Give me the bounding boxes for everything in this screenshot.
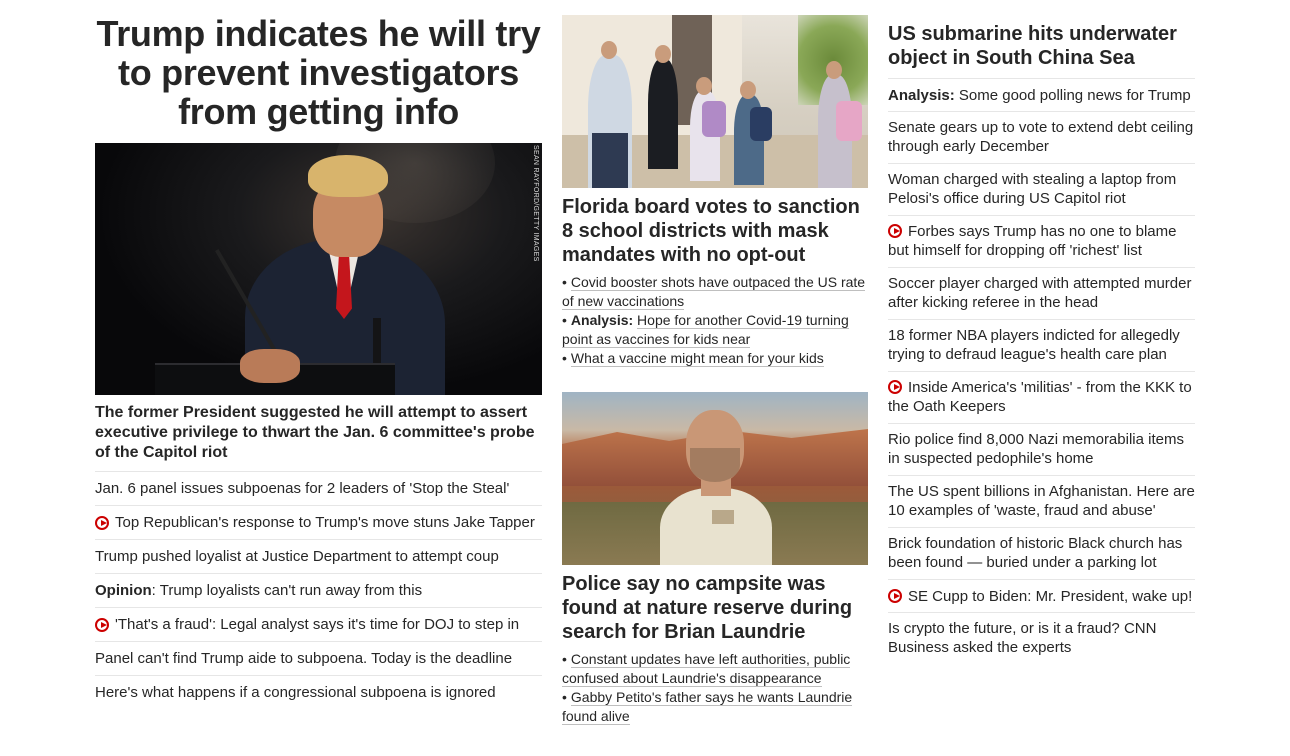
list-item[interactable]: Inside America's 'militias' - from the K…	[888, 371, 1195, 423]
list-item[interactable]: Brick foundation of historic Black churc…	[888, 527, 1195, 579]
video-play-icon	[95, 515, 109, 530]
news-homepage: Trump indicates he will try to prevent i…	[0, 0, 1290, 756]
bullet-prefix: Analysis:	[570, 312, 634, 328]
bullet-dot: •	[562, 651, 567, 667]
link-text[interactable]: 'That's a fraud': Legal analyst says it'…	[115, 615, 519, 634]
link-text[interactable]: 18 former NBA players indicted for alleg…	[888, 327, 1180, 363]
list-item[interactable]: Trump pushed loyalist at Justice Departm…	[95, 539, 542, 573]
link-text[interactable]: Jan. 6 panel issues subpoenas for 2 lead…	[95, 479, 509, 498]
link-text[interactable]: SE Cupp to Biden: Mr. President, wake up…	[908, 587, 1192, 606]
headline-list: Analysis: Some good polling news for Tru…	[888, 78, 1195, 664]
list-item[interactable]: SE Cupp to Biden: Mr. President, wake up…	[888, 579, 1195, 612]
link-text[interactable]: Here's what happens if a congressional s…	[95, 683, 496, 702]
photo-head	[655, 45, 671, 63]
photo-pants	[592, 133, 628, 188]
link-text[interactable]: : Trump loyalists can't run away from th…	[152, 581, 422, 600]
lead-photo[interactable]: SEAN RAYFORD/GETTY IMAGES	[95, 143, 542, 395]
bullet-item[interactable]: • Gabby Petito's father says he wants Lau…	[562, 688, 868, 726]
bullet-dot: •	[562, 312, 567, 328]
link-text[interactable]: The US spent billions in Afghanistan. He…	[888, 483, 1195, 519]
link-text[interactable]: Woman charged with stealing a laptop fro…	[888, 171, 1176, 207]
story2-headline[interactable]: Police say no campsite was found at natu…	[562, 572, 868, 644]
photo-head	[826, 61, 842, 79]
photo-backpack	[750, 107, 772, 141]
video-play-icon	[888, 380, 902, 394]
link-text[interactable]: Rio police find 8,000 Nazi memorabilia i…	[888, 431, 1184, 467]
video-play-icon	[95, 617, 109, 632]
photo-head	[601, 41, 617, 59]
bullet-item[interactable]: • Covid booster shots have outpaced the U…	[562, 273, 868, 311]
bullet-dot: •	[562, 274, 567, 290]
link-text[interactable]: Soccer player charged with attempted mur…	[888, 275, 1191, 311]
link-prefix: Opinion	[95, 582, 152, 599]
story1-headline[interactable]: Florida board votes to sanction 8 school…	[562, 195, 868, 267]
bullet-link[interactable]: Constant updates have left authorities, …	[562, 651, 851, 687]
story1-bullets: • Covid booster shots have outpaced the U…	[562, 273, 868, 368]
photo-shirt	[660, 488, 772, 565]
link-text[interactable]: Forbes says Trump has no one to blame bu…	[888, 223, 1176, 259]
list-item[interactable]: Top Republican's response to Trump's mov…	[95, 505, 542, 539]
lead-headline[interactable]: Trump indicates he will try to prevent i…	[95, 14, 542, 131]
list-item[interactable]: 18 former NBA players indicted for alleg…	[888, 319, 1195, 371]
photo-pocket	[712, 510, 734, 524]
middle-column: Florida board votes to sanction 8 school…	[562, 0, 868, 726]
list-item[interactable]: 'That's a fraud': Legal analyst says it'…	[95, 607, 542, 641]
related-links: Jan. 6 panel issues subpoenas for 2 lead…	[95, 471, 542, 709]
bullet-dot: •	[562, 689, 567, 705]
photo-backpack	[702, 101, 726, 137]
lead-summary[interactable]: The former President suggested he will a…	[95, 403, 542, 463]
list-item[interactable]: Is crypto the future, or is it a fraud? …	[888, 612, 1195, 664]
list-item[interactable]: Here's what happens if a congressional s…	[95, 675, 542, 709]
photo-officer	[648, 59, 678, 169]
bullet-link[interactable]: Covid booster shots have outpaced the US…	[562, 274, 866, 310]
list-item[interactable]: Panel can't find Trump aide to subpoena.…	[95, 641, 542, 675]
list-item[interactable]: Rio police find 8,000 Nazi memorabilia i…	[888, 423, 1195, 475]
list-item[interactable]: Analysis: Some good polling news for Tru…	[888, 78, 1195, 111]
list-item[interactable]: Forbes says Trump has no one to blame bu…	[888, 215, 1195, 267]
video-play-icon	[888, 224, 902, 238]
photo-head	[740, 81, 756, 99]
link-text[interactable]: Top Republican's response to Trump's mov…	[115, 513, 535, 532]
bullet-item[interactable]: • Analysis: Hope for another Covid-19 tur…	[562, 311, 868, 349]
photo-credit: SEAN RAYFORD/GETTY IMAGES	[532, 145, 539, 262]
link-text[interactable]: Some good polling news for Trump	[955, 86, 1191, 105]
photo-beard	[690, 448, 740, 482]
top-headline[interactable]: US submarine hits underwater object in S…	[888, 22, 1195, 70]
right-column: US submarine hits underwater object in S…	[888, 0, 1195, 664]
story1-photo[interactable]	[562, 15, 868, 188]
bullet-link[interactable]: What a vaccine might mean for your kids	[570, 350, 824, 367]
list-item[interactable]: Soccer player charged with attempted mur…	[888, 267, 1195, 319]
bullet-item[interactable]: • Constant updates have left authorities,…	[562, 650, 868, 688]
story2-bullets: • Constant updates have left authorities,…	[562, 650, 868, 726]
bullet-link[interactable]: Gabby Petito's father says he wants Laun…	[562, 689, 853, 725]
link-text[interactable]: Panel can't find Trump aide to subpoena.…	[95, 649, 512, 668]
photo-backpack	[836, 101, 862, 141]
link-text[interactable]: Is crypto the future, or is it a fraud? …	[888, 620, 1156, 656]
story2-photo[interactable]	[562, 392, 868, 565]
list-item[interactable]: Senate gears up to vote to extend debt c…	[888, 111, 1195, 163]
photo-hair	[308, 155, 388, 197]
list-item[interactable]: Opinion: Trump loyalists can't run away …	[95, 573, 542, 607]
list-item[interactable]: Jan. 6 panel issues subpoenas for 2 lead…	[95, 471, 542, 505]
lead-story-column: Trump indicates he will try to prevent i…	[95, 0, 542, 709]
link-text[interactable]: Trump pushed loyalist at Justice Departm…	[95, 547, 499, 566]
bullet-item[interactable]: • What a vaccine might mean for your kids	[562, 349, 868, 368]
link-text[interactable]: Brick foundation of historic Black churc…	[888, 535, 1182, 571]
link-text[interactable]: Senate gears up to vote to extend debt c…	[888, 119, 1193, 155]
photo-hand	[240, 349, 300, 383]
list-item[interactable]: The US spent billions in Afghanistan. He…	[888, 475, 1195, 527]
photo-head	[696, 77, 712, 95]
bullet-dot: •	[562, 350, 567, 366]
video-play-icon	[888, 589, 902, 603]
list-item[interactable]: Woman charged with stealing a laptop fro…	[888, 163, 1195, 215]
link-prefix: Analysis:	[888, 86, 955, 104]
link-text[interactable]: Inside America's 'militias' - from the K…	[888, 379, 1192, 415]
